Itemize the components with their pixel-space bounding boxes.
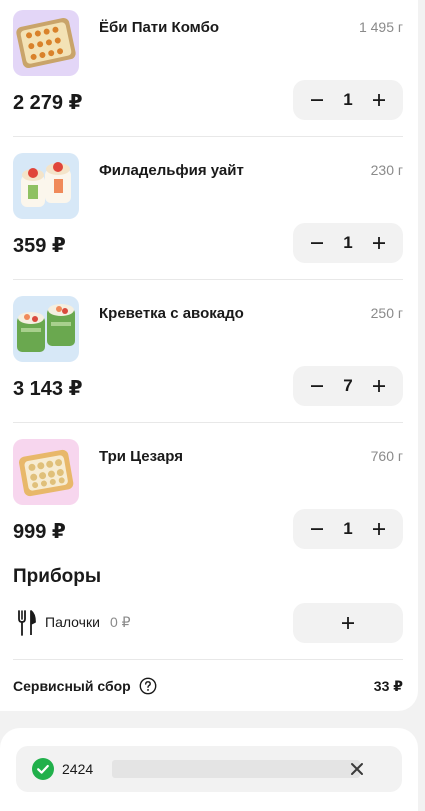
item-image[interactable] [13,153,79,219]
promo-code-mask [112,760,360,778]
item-price: 999 ₽ [13,521,66,543]
plus-icon[interactable] [359,223,399,263]
divider [13,659,403,660]
add-cutlery-button[interactable] [293,603,403,643]
quantity-stepper: 1 [293,223,403,263]
item-weight: 760 г [370,448,403,464]
help-icon[interactable] [139,677,157,695]
quantity-stepper: 1 [293,509,403,549]
quantity-stepper: 1 [293,80,403,120]
divider [13,136,403,137]
cart-item: Филадельфия уайт 230 г 359 ₽ 1 [0,143,418,286]
promo-code-value: 2424 [62,761,94,777]
item-name[interactable]: Три Цезаря [99,448,183,465]
cart-item: Ёби Пати Комбо 1 495 г 2 279 ₽ 1 [0,0,418,143]
minus-icon[interactable] [297,366,337,406]
plus-icon[interactable] [359,80,399,120]
cart-card: Ёби Пати Комбо 1 495 г 2 279 ₽ 1 Филадел… [0,0,418,711]
service-fee-value: 33 ₽ [373,678,403,694]
item-name[interactable]: Филадельфия уайт [99,162,244,179]
item-image[interactable] [13,439,79,505]
item-price: 2 279 ₽ [13,92,83,114]
quantity-stepper: 7 [293,366,403,406]
check-circle-icon [32,758,54,780]
cutlery-price: 0 ₽ [110,614,131,630]
divider [13,422,403,423]
item-weight: 250 г [370,305,403,321]
cart-item: Три Цезаря 760 г 999 ₽ 1 [0,429,418,572]
close-icon[interactable] [349,761,365,777]
promo-code-field[interactable]: 2424 [16,746,402,792]
divider [13,279,403,280]
plus-icon[interactable] [359,366,399,406]
fork-icon [18,610,36,636]
cutlery-title: Приборы [13,566,102,587]
item-price: 359 ₽ [13,235,66,257]
cutlery-label: Палочки [45,614,100,630]
minus-icon[interactable] [297,80,337,120]
cart-item: Креветка с авокадо 250 г 3 143 ₽ 7 [0,286,418,429]
item-image[interactable] [13,10,79,76]
item-name[interactable]: Креветка с авокадо [99,305,244,322]
item-weight: 1 495 г [358,19,403,35]
plus-icon[interactable] [359,509,399,549]
promo-card: 2424 [0,728,418,811]
item-price: 3 143 ₽ [13,378,83,400]
plus-icon [342,617,354,629]
minus-icon[interactable] [297,223,337,263]
item-image[interactable] [13,296,79,362]
item-name[interactable]: Ёби Пати Комбо [99,19,219,36]
item-weight: 230 г [370,162,403,178]
minus-icon[interactable] [297,509,337,549]
service-fee-label: Сервисный сбор [13,678,131,694]
